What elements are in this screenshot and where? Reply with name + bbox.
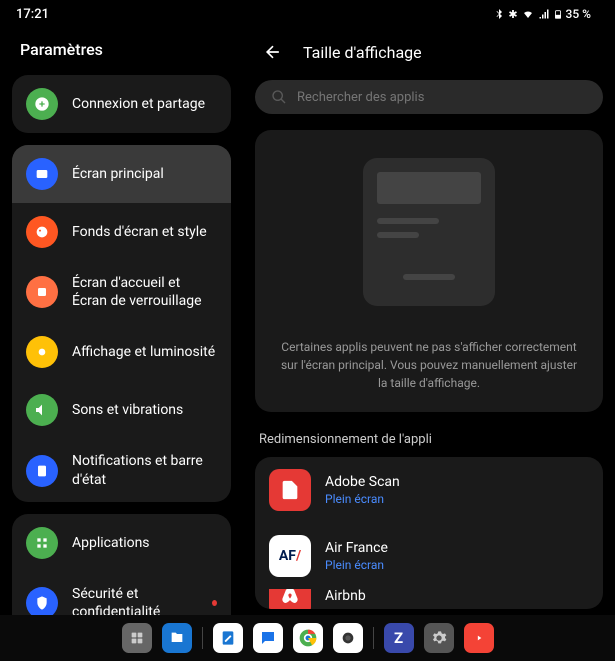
shield-icon	[26, 587, 58, 615]
search-input[interactable]	[297, 90, 587, 105]
taskbar-files-icon[interactable]	[162, 623, 192, 653]
brightness-icon	[26, 336, 58, 368]
page-title: Taille d'affichage	[303, 43, 422, 62]
status-time: 17:21	[16, 7, 49, 22]
sidebar-item-label: Connexion et partage	[72, 95, 205, 113]
sidebar-item-fonds[interactable]: Fonds d'écran et style	[12, 203, 231, 261]
airbnb-icon	[269, 589, 311, 609]
battery-icon	[553, 7, 563, 21]
search-bar[interactable]	[255, 80, 603, 114]
sidebar-item-applications[interactable]: Applications	[12, 514, 231, 572]
section-title: Redimensionnement de l'appli	[251, 418, 607, 457]
home-icon	[26, 276, 58, 308]
app-name: Adobe Scan	[325, 474, 400, 490]
battery-percent: 35 %	[566, 7, 591, 21]
sidebar-item-label: Affichage et luminosité	[72, 343, 215, 361]
app-name: Air France	[325, 540, 388, 556]
notification-icon	[26, 455, 58, 487]
signal-icon	[538, 8, 550, 20]
sidebar-item-securite[interactable]: Sécurité et confidentialité	[12, 572, 231, 615]
app-name: Airbnb	[325, 589, 366, 604]
taskbar-settings-icon[interactable]	[424, 623, 454, 653]
preview-mockup	[363, 158, 495, 306]
taskbar-youtube-icon[interactable]	[464, 623, 494, 653]
app-item-adobe-scan[interactable]: Adobe Scan Plein écran	[255, 457, 603, 523]
alert-dot-icon	[212, 600, 217, 606]
preview-description: Certaines applis peuvent ne pas s'affich…	[275, 338, 583, 392]
sidebar-item-affichage[interactable]: Affichage et luminosité	[12, 323, 231, 381]
back-arrow-icon[interactable]	[263, 42, 283, 62]
search-icon	[271, 89, 287, 105]
wifi-icon	[521, 8, 535, 20]
taskbar-app-z-icon[interactable]: Z	[384, 623, 414, 653]
sidebar-item-label: Notifications et barre d'état	[72, 452, 217, 488]
sidebar-item-sons[interactable]: Sons et vibrations	[12, 381, 231, 439]
app-item-air-france[interactable]: AF/ Air France Plein écran	[255, 523, 603, 589]
sidebar-item-label: Fonds d'écran et style	[72, 223, 207, 241]
sound-icon	[26, 394, 58, 426]
link-icon	[26, 88, 58, 120]
status-icons: ✱ 35 %	[493, 7, 591, 21]
sidebar-item-label: Sécurité et confidentialité	[72, 585, 202, 615]
taskbar-chrome-icon[interactable]	[293, 623, 323, 653]
apps-icon	[26, 527, 58, 559]
screen-icon	[26, 158, 58, 190]
sidebar-item-label: Écran principal	[72, 165, 164, 183]
taskbar-app-drawer-icon[interactable]	[122, 623, 152, 653]
sidebar-item-accueil[interactable]: Écran d'accueil et Écran de verrouillage	[12, 261, 231, 323]
adobe-scan-icon	[269, 469, 311, 511]
app-mode: Plein écran	[325, 558, 388, 572]
sidebar-item-label: Applications	[72, 534, 150, 552]
sidebar-item-label: Écran d'accueil et Écran de verrouillage	[72, 274, 217, 310]
bluetooth-icon	[493, 8, 505, 20]
settings-title: Paramètres	[0, 28, 243, 75]
air-france-icon: AF/	[269, 535, 311, 577]
sidebar-item-connexion[interactable]: Connexion et partage	[12, 75, 231, 133]
app-mode: Plein écran	[325, 492, 400, 506]
taskbar-camera-icon[interactable]	[333, 623, 363, 653]
taskbar-messages-icon[interactable]	[253, 623, 283, 653]
sidebar-item-ecran-principal[interactable]: Écran principal	[12, 145, 231, 203]
taskbar-phone-icon[interactable]	[213, 623, 243, 653]
preview-card: Certaines applis peuvent ne pas s'affich…	[255, 130, 603, 412]
palette-icon	[26, 216, 58, 248]
app-item-airbnb[interactable]: Airbnb	[255, 589, 603, 609]
sidebar-item-notifications[interactable]: Notifications et barre d'état	[12, 439, 231, 501]
sidebar-item-label: Sons et vibrations	[72, 401, 183, 419]
taskbar: Z	[0, 615, 615, 661]
